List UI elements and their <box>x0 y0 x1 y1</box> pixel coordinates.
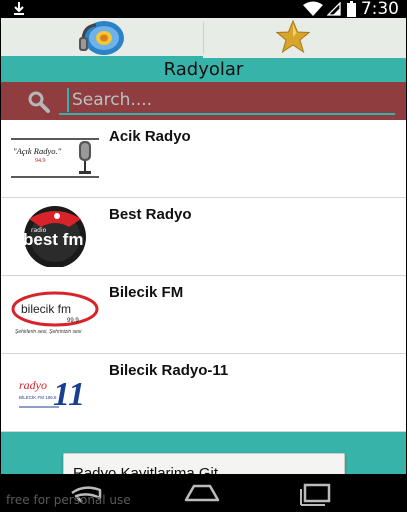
search-underline <box>59 113 395 115</box>
station-row-bilecik-fm[interactable]: bilecik fm 99.9 Şehirlerin sesi, Şehrini… <box>1 276 406 354</box>
search-icon <box>28 91 50 113</box>
recent-apps-icon[interactable] <box>296 480 336 506</box>
station-name: Best Radyo <box>109 206 192 223</box>
search-input[interactable] <box>67 88 398 112</box>
signal-icon <box>327 2 341 16</box>
best-fm-logo: radio best fm <box>9 205 101 267</box>
bilecik-fm-logo: bilecik fm 99.9 Şehirlerin sesi, Şehrini… <box>9 283 101 345</box>
station-name: Acik Radyo <box>109 128 191 145</box>
watermark: free for personal use <box>6 493 131 507</box>
bottom-panel: Radyo Kayitlarima Git <box>1 432 406 493</box>
search-bar <box>1 82 406 120</box>
station-row-bilecik-radyo-11[interactable]: radyo 11 BİLECİK FM 106.6 Bilecik Radyo-… <box>1 354 406 432</box>
tab-radios[interactable] <box>1 18 203 58</box>
radio-speaker-icon <box>79 21 124 55</box>
star-icon <box>276 20 310 54</box>
home-icon[interactable] <box>182 480 222 506</box>
acik-radyo-logo: "Açık Radyo." 94.9 <box>9 127 101 189</box>
bilecik-radyo-11-logo-sub: BİLECİK FM 106.6 <box>19 394 57 400</box>
download-icon <box>14 2 24 15</box>
battery-icon <box>347 1 356 17</box>
station-row-acik-radyo[interactable]: "Açık Radyo." 94.9 Acik Radyo <box>1 120 406 198</box>
wifi-icon <box>303 1 323 16</box>
bilecik-fm-logo-slogan: Şehirlerin sesi, Şehrinizin sesi <box>15 329 82 335</box>
tab-favorites[interactable] <box>204 18 406 58</box>
tab-bar <box>1 18 406 58</box>
station-name: Bilecik Radyo-11 <box>109 362 229 379</box>
best-fm-logo-text: best fm <box>23 230 83 249</box>
page-title: Radyolar <box>1 58 406 82</box>
clock: 7:30 <box>360 0 399 19</box>
status-bar: 7:30 <box>0 0 407 18</box>
bilecik-radyo-11-logo-text: radyo <box>19 378 47 392</box>
app-window: Radyolar "Açık Radyo." 94.9 Acik Radyo <box>1 18 406 493</box>
bilecik-fm-logo-freq: 99.9 <box>67 318 79 324</box>
station-list[interactable]: "Açık Radyo." 94.9 Acik Radyo radio best… <box>1 120 406 432</box>
bilecik-fm-logo-text: bilecik fm <box>21 302 71 316</box>
bilecik-radyo-11-logo: radyo 11 BİLECİK FM 106.6 <box>9 361 101 423</box>
acik-radyo-logo-freq: 94.9 <box>35 158 46 164</box>
station-name: Bilecik FM <box>109 284 184 301</box>
station-row-best-radyo[interactable]: radio best fm Best Radyo <box>1 198 406 276</box>
acik-radyo-logo-text: "Açık Radyo." <box>13 146 62 156</box>
